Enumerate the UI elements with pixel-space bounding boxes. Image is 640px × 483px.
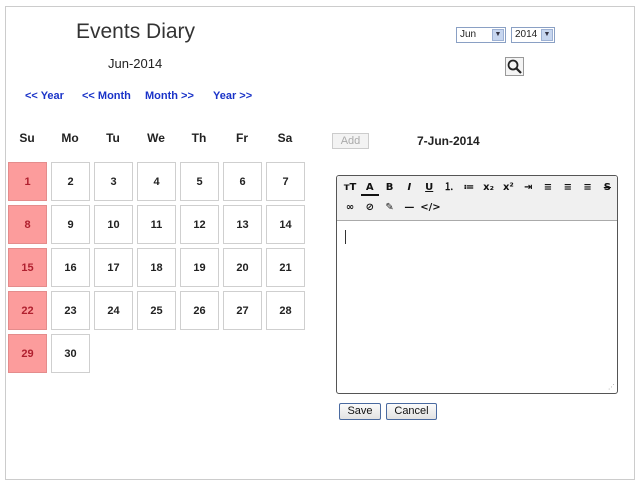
cancel-button[interactable]: Cancel xyxy=(386,403,437,420)
day-cell-21[interactable]: 21 xyxy=(266,248,305,287)
unlink-icon[interactable]: ⊘ xyxy=(361,199,379,216)
day-cell-2[interactable]: 2 xyxy=(51,162,90,201)
align-center-icon[interactable]: ≡ xyxy=(559,179,577,196)
search-button[interactable] xyxy=(505,57,524,76)
year-select[interactable]: 2014 ▼ xyxy=(511,27,555,43)
underline-icon[interactable]: U xyxy=(420,179,438,196)
year-select-value: 2014 xyxy=(515,29,538,40)
day-cell-11[interactable]: 11 xyxy=(137,205,176,244)
day-cell-30[interactable]: 30 xyxy=(51,334,90,373)
prev-year-link[interactable]: << Year xyxy=(25,90,64,102)
day-cell-3[interactable]: 3 xyxy=(94,162,133,201)
weekday-label: Sa xyxy=(277,131,293,145)
font-size-icon[interactable]: тT xyxy=(341,179,359,196)
day-cell-16[interactable]: 16 xyxy=(51,248,90,287)
weekday-label: Su xyxy=(19,131,35,145)
day-cell-1[interactable]: 1 xyxy=(8,162,47,201)
weekday-label: We xyxy=(147,131,165,145)
weekday-label: Th xyxy=(191,131,207,145)
day-cell-5[interactable]: 5 xyxy=(180,162,219,201)
chevron-down-icon: ▼ xyxy=(492,29,504,41)
day-cell-27[interactable]: 27 xyxy=(223,291,262,330)
justify-icon[interactable]: ≡ xyxy=(579,179,597,196)
strikethrough-icon[interactable]: S xyxy=(598,179,616,196)
align-left-icon[interactable]: ≡ xyxy=(539,179,557,196)
editor-body[interactable] xyxy=(337,221,617,393)
day-cell-29[interactable]: 29 xyxy=(8,334,47,373)
month-select-value: Jun xyxy=(460,29,477,40)
day-cell-12[interactable]: 12 xyxy=(180,205,219,244)
next-month-link[interactable]: Month >> xyxy=(145,90,194,102)
day-cell-24[interactable]: 24 xyxy=(94,291,133,330)
magnifier-icon xyxy=(507,59,522,74)
save-button[interactable]: Save xyxy=(339,403,381,420)
day-cell-18[interactable]: 18 xyxy=(137,248,176,287)
day-cell-25[interactable]: 25 xyxy=(137,291,176,330)
editor-toolbar: тT A B I U ⒈ ≔ x₂ x² ⇥ ≡ ≡ ≡ S ∞ ⊘ ✎ — </> xyxy=(337,176,617,221)
selected-date-label: 7-Jun-2014 xyxy=(417,134,480,148)
add-event-button[interactable]: Add xyxy=(332,133,369,149)
day-cell-4[interactable]: 4 xyxy=(137,162,176,201)
superscript-icon[interactable]: x² xyxy=(499,179,517,196)
weekday-label: Mo xyxy=(61,131,79,145)
horizontal-rule-icon[interactable]: — xyxy=(400,199,418,216)
chevron-down-icon: ▼ xyxy=(541,29,553,41)
day-cell-9[interactable]: 9 xyxy=(51,205,90,244)
day-cell-13[interactable]: 13 xyxy=(223,205,262,244)
current-month-label: Jun-2014 xyxy=(108,56,163,71)
subscript-icon[interactable]: x₂ xyxy=(480,179,498,196)
day-cell-23[interactable]: 23 xyxy=(51,291,90,330)
day-cell-22[interactable]: 22 xyxy=(8,291,47,330)
day-cell-14[interactable]: 14 xyxy=(266,205,305,244)
day-cell-8[interactable]: 8 xyxy=(8,205,47,244)
italic-icon[interactable]: I xyxy=(400,179,418,196)
weekday-label: Fr xyxy=(236,131,248,145)
link-icon[interactable]: ∞ xyxy=(341,199,359,216)
unordered-list-icon[interactable]: ≔ xyxy=(460,179,478,196)
page-title: Events Diary xyxy=(76,20,196,43)
prev-month-link[interactable]: << Month xyxy=(82,90,131,102)
source-icon[interactable]: </> xyxy=(420,199,440,216)
day-cell-15[interactable]: 15 xyxy=(8,248,47,287)
day-cell-7[interactable]: 7 xyxy=(266,162,305,201)
day-cell-19[interactable]: 19 xyxy=(180,248,219,287)
bold-icon[interactable]: B xyxy=(381,179,399,196)
ordered-list-icon[interactable]: ⒈ xyxy=(440,179,458,196)
weekday-label: Tu xyxy=(106,131,120,145)
day-cell-6[interactable]: 6 xyxy=(223,162,262,201)
day-cell-26[interactable]: 26 xyxy=(180,291,219,330)
indent-icon[interactable]: ⇥ xyxy=(519,179,537,196)
day-cell-17[interactable]: 17 xyxy=(94,248,133,287)
font-color-icon[interactable]: A xyxy=(360,179,379,196)
highlight-icon[interactable]: ✎ xyxy=(381,199,399,216)
day-cell-28[interactable]: 28 xyxy=(266,291,305,330)
day-cell-20[interactable]: 20 xyxy=(223,248,262,287)
next-year-link[interactable]: Year >> xyxy=(213,90,252,102)
day-cell-10[interactable]: 10 xyxy=(94,205,133,244)
month-select[interactable]: Jun ▼ xyxy=(456,27,506,43)
